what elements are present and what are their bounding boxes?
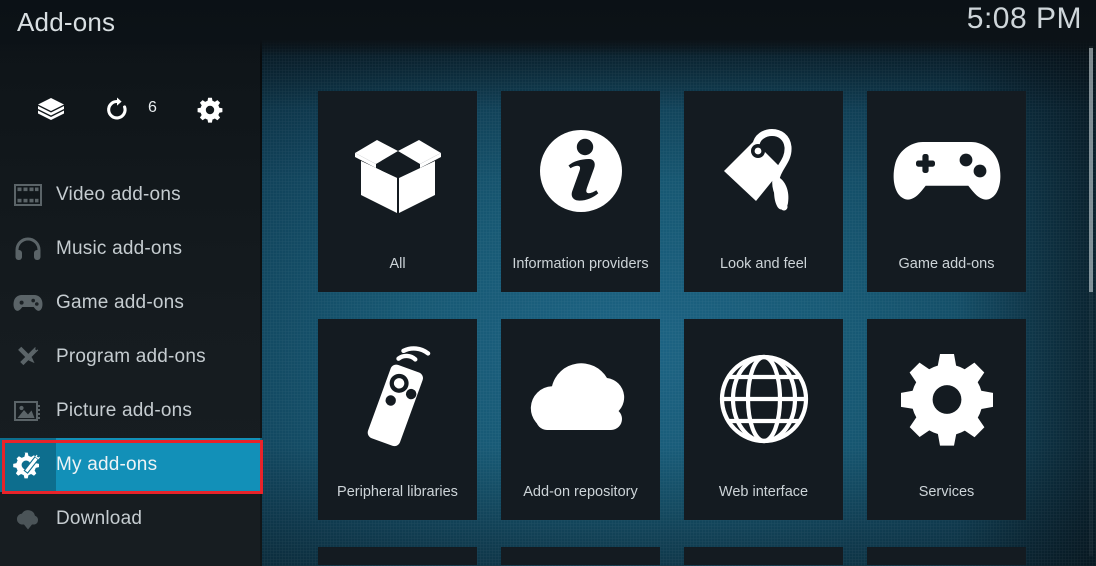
tile-label: Web interface: [718, 484, 809, 500]
addon-category-grid: All Information providers Look and feel …: [318, 91, 1078, 566]
tile-label: Add-on repository: [523, 484, 638, 500]
tile-all[interactable]: All: [318, 91, 477, 292]
tile-label: Peripheral libraries: [337, 484, 458, 500]
sidebar: 6 Video add-ons Music add-ons Game add-o…: [0, 0, 262, 566]
picture-icon: [0, 384, 56, 438]
gear-settings-icon[interactable]: [188, 88, 232, 132]
tile-label: Game add-ons: [898, 256, 995, 272]
sidebar-item-picture-add-ons[interactable]: Picture add-ons: [0, 384, 262, 438]
grid-row: Peripheral libraries Add-on repository W…: [318, 319, 1078, 520]
sidebar-item-game-add-ons[interactable]: Game add-ons: [0, 276, 262, 330]
sidebar-item-label: Music add-ons: [56, 238, 183, 259]
scrollbar-thumb[interactable]: [1089, 48, 1093, 292]
sidebar-item-music-add-ons[interactable]: Music add-ons: [0, 222, 262, 276]
sidebar-item-label: Program add-ons: [56, 346, 206, 367]
top-bar: Add-ons 5:08 PM: [0, 0, 1096, 56]
remote-control-icon: [318, 319, 477, 484]
price-tag-icon: [684, 91, 843, 256]
sidebar-item-label: Game add-ons: [56, 292, 185, 313]
film-strip-icon: [0, 168, 56, 222]
gamepad-icon: [0, 276, 56, 330]
headphones-icon: [0, 222, 56, 276]
tile-game-add-ons[interactable]: Game add-ons: [867, 91, 1026, 292]
refresh-update-icon[interactable]: [95, 88, 139, 132]
tile-peripheral-libraries[interactable]: Peripheral libraries: [318, 319, 477, 520]
sidebar-item-label: My add-ons: [56, 454, 158, 475]
globe-icon: [684, 319, 843, 484]
tile-add-on-repository[interactable]: Add-on repository: [501, 319, 660, 520]
gamepad-icon: [867, 91, 1026, 256]
open-box-icon: [318, 91, 477, 256]
sidebar-item-label: Video add-ons: [56, 184, 181, 205]
sidebar-item-download[interactable]: Download: [0, 492, 262, 546]
tile-information-providers[interactable]: Information providers: [501, 91, 660, 292]
grid-row: All Information providers Look and feel …: [318, 91, 1078, 292]
clock: 5:08 PM: [966, 2, 1082, 35]
sidebar-item-video-add-ons[interactable]: Video add-ons: [0, 168, 262, 222]
sidebar-item-program-add-ons[interactable]: Program add-ons: [0, 330, 262, 384]
tile-partial[interactable]: [684, 547, 843, 565]
gear-wrench-icon: [0, 438, 56, 492]
gear-settings-icon: [867, 319, 1026, 484]
tools-icon: [0, 330, 56, 384]
tile-label: All: [389, 256, 406, 272]
info-circle-icon: [501, 91, 660, 256]
sidebar-nav: Video add-ons Music add-ons Game add-ons…: [0, 168, 262, 546]
cloud-icon: [501, 319, 660, 484]
sidebar-item-label: Picture add-ons: [56, 400, 193, 421]
tile-partial[interactable]: [501, 547, 660, 565]
cloud-download-icon: [0, 492, 56, 546]
tile-partial[interactable]: [867, 547, 1026, 565]
update-count-badge: 6: [148, 99, 157, 116]
sidebar-item-label: Download: [56, 508, 143, 529]
tile-label: Services: [918, 484, 975, 500]
tile-label: Information providers: [512, 256, 649, 272]
grid-row-partial: [318, 547, 1078, 565]
sidebar-toolbar: 6: [0, 88, 262, 132]
package-box-icon[interactable]: [29, 88, 73, 132]
tile-look-and-feel[interactable]: Look and feel: [684, 91, 843, 292]
sidebar-item-my-add-ons[interactable]: My add-ons: [0, 438, 262, 492]
tile-partial[interactable]: [318, 547, 477, 565]
tile-label: Look and feel: [719, 256, 808, 272]
kodi-addons-screen: Add-ons 5:08 PM 6 Video add-ons Music ad…: [0, 0, 1096, 566]
tile-web-interface[interactable]: Web interface: [684, 319, 843, 520]
page-title: Add-ons: [17, 7, 116, 37]
tile-services[interactable]: Services: [867, 319, 1026, 520]
